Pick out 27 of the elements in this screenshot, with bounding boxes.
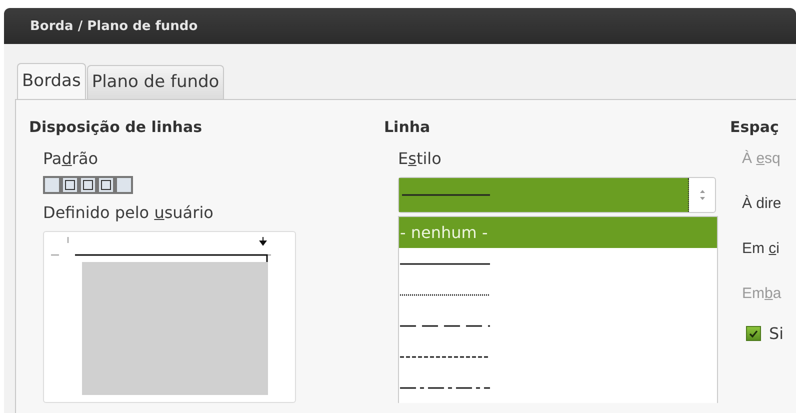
line-sample-icon bbox=[400, 262, 490, 264]
field-label: Definido pelo usuário bbox=[43, 203, 214, 222]
check-icon bbox=[749, 330, 758, 338]
line-sample-icon bbox=[402, 194, 490, 196]
window-title: Borda / Plano de fundo bbox=[30, 18, 198, 34]
field-label: Emba bbox=[742, 285, 782, 302]
tab[interactable]: Bordas bbox=[17, 63, 86, 99]
section-heading: Linha bbox=[384, 118, 432, 136]
field-label: Estilo bbox=[398, 149, 442, 168]
checkbox-label: Si bbox=[769, 324, 784, 343]
line-sample-icon bbox=[400, 356, 490, 358]
field-label: À dire bbox=[742, 195, 782, 212]
spin-arrows-icon bbox=[698, 189, 706, 201]
line-sample-icon bbox=[400, 324, 490, 326]
field-label: À esq bbox=[742, 150, 782, 167]
checkbox[interactable] bbox=[746, 326, 761, 341]
tab[interactable]: Plano de fundo bbox=[86, 65, 224, 99]
field-label: Padrão bbox=[43, 149, 100, 168]
line-sample-icon bbox=[400, 294, 490, 296]
field-label: Em ci bbox=[742, 240, 781, 257]
line-sample-icon bbox=[400, 386, 490, 388]
line-style-select[interactable] bbox=[398, 177, 716, 213]
border-preset-icon[interactable] bbox=[97, 176, 115, 194]
section-heading: Espaç bbox=[730, 118, 780, 136]
section-heading: Disposição de linhas bbox=[29, 118, 203, 136]
border-preset-icon[interactable] bbox=[79, 176, 97, 194]
border-preset-icon[interactable] bbox=[61, 176, 79, 194]
